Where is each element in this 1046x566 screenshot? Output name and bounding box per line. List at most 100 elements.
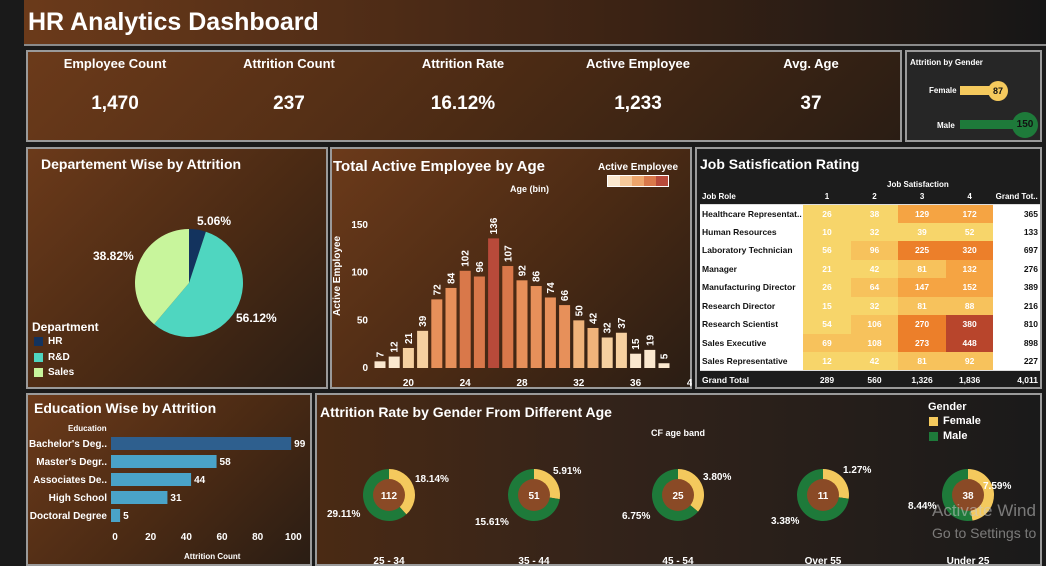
column-header: Grand Tot..	[993, 190, 1040, 205]
kpi-value: 37	[800, 93, 822, 114]
legend-swatch	[632, 176, 644, 186]
gender-label-female: Female	[929, 86, 957, 95]
age-legend-title: Active Employee	[598, 162, 679, 173]
legend-swatch-sales	[34, 368, 43, 377]
education-bar	[111, 473, 192, 486]
age-bar	[388, 356, 400, 368]
table-cell-total: 227	[993, 352, 1040, 371]
kpi-value: 1,233	[614, 93, 662, 114]
gender-age-subtitle: CF age band	[651, 428, 706, 438]
bar-data-label: 136	[489, 217, 500, 234]
table-row: Healthcare Representat.. 26 38 129 172 365	[700, 204, 1040, 223]
table-cell-role: Sales Representative	[700, 352, 804, 371]
legend-swatch-male	[929, 431, 938, 441]
kpi-label: Active Employee	[585, 56, 691, 71]
kpi-avg-age: Avg. Age 37	[724, 56, 898, 115]
age-bar	[630, 353, 642, 368]
table-cell-value: 81	[898, 352, 946, 371]
column-header: 2	[850, 190, 899, 205]
activation-watermark-line2: Go to Settings to	[932, 525, 1037, 541]
legend-label: HR	[48, 336, 63, 347]
bar-data-label: 21	[404, 332, 415, 344]
category-label: Doctoral Degree	[30, 511, 108, 522]
table-cell-role: Grand Total	[700, 370, 804, 389]
x-tick-label: 24	[460, 378, 472, 389]
age-bar	[402, 347, 414, 368]
bar-data-label: 19	[645, 334, 656, 346]
table-cell-value: 96	[850, 241, 899, 260]
table-cell-total: 389	[993, 278, 1040, 297]
kpi-label: Attrition Count	[243, 56, 335, 71]
table-cell-total: 216	[993, 296, 1040, 315]
x-tick-label: 0	[112, 532, 118, 543]
bar-data-label: 107	[503, 245, 514, 262]
female-rate-label: 18.14%	[415, 474, 449, 485]
legend-label: Male	[943, 430, 968, 442]
age-bar	[417, 330, 429, 368]
table-cell-value: 92	[945, 352, 994, 371]
table-cell-role: Human Resources	[700, 222, 804, 241]
kpi-label: Avg. Age	[783, 56, 839, 71]
table-row: Human Resources 10 32 39 52 133	[700, 222, 1040, 241]
gender-value-female: 87	[992, 86, 1003, 96]
male-rate-label: 6.75%	[622, 511, 650, 522]
age-bar	[431, 299, 443, 368]
age-bar	[544, 297, 556, 368]
kpi-employee-count: Employee Count 1,470	[28, 56, 202, 115]
category-label: Master's Degr..	[36, 457, 107, 468]
legend-item-female: Female	[929, 415, 981, 427]
table-cell-total: 365	[993, 204, 1040, 223]
table-cell-value: 270	[898, 315, 946, 334]
table-cell-total: 276	[993, 259, 1040, 278]
x-tick-label: 20	[145, 532, 157, 543]
gender-label-male: Male	[937, 121, 955, 130]
kpi-label: Employee Count	[63, 56, 167, 71]
table-cell-value: 38	[850, 204, 899, 223]
legend-label: R&D	[48, 352, 70, 363]
table-row: Manufacturing Director 26 64 147 152 389	[700, 278, 1040, 297]
age-bar	[559, 305, 571, 368]
table-cell-value: 560	[850, 370, 899, 389]
bar-data-label: 96	[475, 261, 486, 273]
table-row: Research Director 15 32 81 88 216	[700, 296, 1040, 315]
age-band-label: Over 55	[805, 556, 842, 566]
table-cell-value: 132	[945, 259, 994, 278]
x-tick-label: 40	[181, 532, 193, 543]
age-bar	[502, 266, 514, 368]
table-cell-value: 81	[898, 296, 946, 315]
table-cell-value: 273	[898, 333, 946, 352]
table-total-row: Grand Total 289 560 1,326 1,836 4,011	[700, 370, 1040, 389]
y-tick-label: 0	[362, 363, 368, 374]
education-bar	[111, 437, 292, 450]
legend-swatch-female	[929, 416, 938, 426]
donut-total-label: 51	[528, 491, 540, 502]
legend-label: Sales	[48, 367, 75, 378]
age-bar	[644, 349, 656, 368]
table-cell-value: 129	[898, 204, 946, 223]
bar-data-label: 5	[660, 353, 671, 359]
kpi-attrition-rate: Attrition Rate 16.12%	[376, 56, 550, 115]
table-cell-value: 108	[850, 333, 899, 352]
y-tick-label: 100	[351, 268, 368, 279]
x-tick-label: 28	[516, 378, 528, 389]
table-cell-value: 12	[803, 352, 851, 371]
education-xlabel: Attrition Count	[184, 552, 241, 561]
female-rate-label: 5.91%	[553, 466, 581, 477]
male-rate-label: 29.11%	[327, 509, 360, 520]
legend-item-male: Male	[929, 430, 967, 442]
female-rate-label: 1.27%	[843, 465, 871, 476]
table-cell-value: 54	[803, 315, 851, 334]
table-cell-role: Manager	[700, 259, 804, 278]
age-bar	[601, 337, 613, 368]
legend-label: Female	[943, 415, 981, 427]
table-cell-value: 1,326	[898, 370, 946, 389]
table-cell-value: 56	[803, 241, 851, 260]
education-bar	[111, 491, 168, 504]
table-cell-value: 69	[803, 333, 851, 352]
legend-item-sales: Sales	[34, 367, 74, 378]
age-color-legend	[607, 175, 669, 187]
table-cell-value: 320	[945, 241, 994, 260]
education-panel-title: Education Wise by Attrition	[34, 400, 217, 416]
bar-data-label: 32	[603, 322, 614, 334]
legend-swatch	[644, 176, 656, 186]
